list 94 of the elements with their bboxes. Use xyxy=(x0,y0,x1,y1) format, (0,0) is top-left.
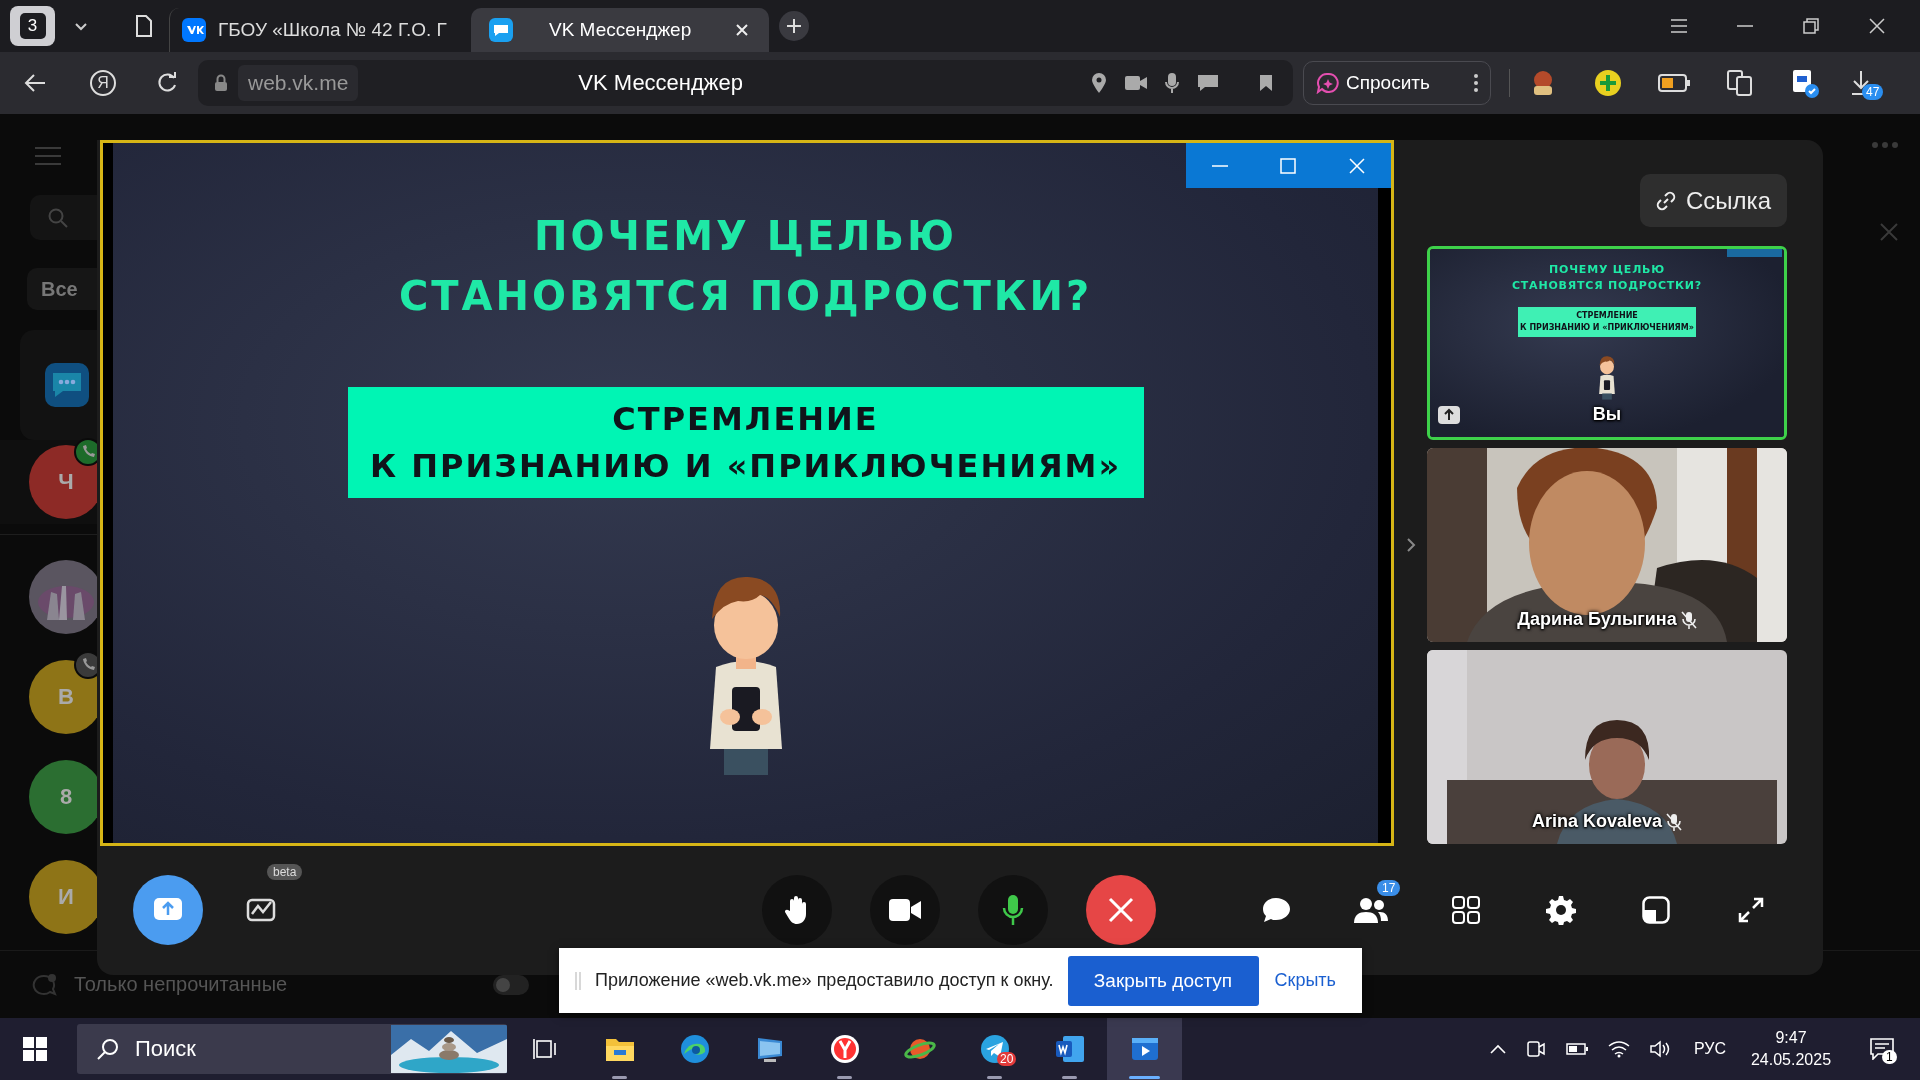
drag-handle-icon[interactable] xyxy=(575,971,581,990)
microphone-icon[interactable] xyxy=(1165,73,1179,93)
selected-chat-row[interactable]: Ч xyxy=(0,440,97,524)
folder-icon xyxy=(604,1036,635,1062)
share-screen-icon xyxy=(154,898,182,922)
clock-date[interactable]: 24.05.2025 xyxy=(1750,1051,1832,1069)
participant-tile[interactable]: Arina Kovaleva xyxy=(1427,650,1787,844)
document-icon[interactable] xyxy=(135,15,153,37)
window-controls xyxy=(1727,249,1782,257)
battery-icon[interactable] xyxy=(1565,1043,1588,1055)
task-view-icon xyxy=(532,1037,557,1061)
page-title: VK Мессенджер xyxy=(577,70,745,96)
battery-icon[interactable] xyxy=(1658,74,1690,92)
stop-sharing-button[interactable]: Закрыть доступ xyxy=(1067,955,1259,1006)
edge-icon xyxy=(679,1034,710,1064)
chat-bubble-icon xyxy=(489,18,513,42)
home-button[interactable]: Я xyxy=(90,70,116,96)
maximize-icon[interactable] xyxy=(1280,157,1297,174)
hand-icon xyxy=(785,895,809,925)
close-icon xyxy=(1108,897,1134,923)
avatar: 8 xyxy=(29,760,97,834)
hide-link[interactable]: Скрыть xyxy=(1274,970,1336,991)
link-button[interactable]: Ссылка xyxy=(1640,174,1787,227)
download-count-badge: 47 xyxy=(1862,84,1884,100)
browser-icon xyxy=(829,1034,860,1064)
windows-start-icon[interactable] xyxy=(23,1037,47,1061)
search-field[interactable] xyxy=(30,195,97,240)
notification-count-badge: 1 xyxy=(1882,1050,1897,1064)
document-check-icon[interactable] xyxy=(1790,68,1820,98)
meet-icon[interactable] xyxy=(1525,1039,1546,1059)
taskbar-app-button[interactable]: 20 xyxy=(957,1018,1032,1080)
participant-tile[interactable]: ПОЧЕМУ ЦЕЛЬЮ СТАНОВЯТСЯ ПОДРОСТКИ? СТРЕМЛЕНИЕ К ПРИЗНАНИЮ И «ПРИКЛЮЧЕНИЯМ» Вы xyxy=(1427,246,1787,440)
layout-icon xyxy=(1642,896,1670,924)
word-document-icon xyxy=(1054,1035,1085,1063)
volume-icon[interactable] xyxy=(1649,1040,1672,1058)
plus-circle-icon[interactable] xyxy=(1594,69,1622,97)
chat-row[interactable] xyxy=(20,330,97,440)
toggle-switch[interactable] xyxy=(493,974,530,995)
slide-callout: СТРЕМЛЕНИЕ К ПРИЗНАНИЮ И «ПРИКЛЮЧЕНИЯМ» xyxy=(347,387,1144,498)
chat-icon[interactable] xyxy=(1197,74,1219,92)
link-icon xyxy=(1656,190,1676,211)
whiteboard-icon[interactable] xyxy=(246,896,278,924)
avatar: И xyxy=(29,860,97,934)
location-pin-icon[interactable] xyxy=(1091,73,1107,93)
avatar: В xyxy=(29,660,97,734)
filter-chip[interactable]: Все xyxy=(27,268,97,310)
vk-logo-icon xyxy=(182,18,206,42)
microphone-icon xyxy=(1002,895,1024,925)
grid-icon xyxy=(1452,896,1480,924)
back-icon[interactable] xyxy=(24,73,46,93)
participant-name: Дарина Булыгина xyxy=(1517,609,1677,630)
browser-tab[interactable]: VK Мессенджер xyxy=(471,8,769,52)
restore-icon[interactable] xyxy=(1803,18,1819,34)
ask-button[interactable]: Спросить xyxy=(1303,61,1491,105)
chevron-right-icon[interactable] xyxy=(1405,537,1416,553)
participants-icon[interactable] xyxy=(1354,897,1388,923)
share-screen-icon[interactable] xyxy=(1438,406,1460,424)
camera-icon xyxy=(889,899,921,921)
chat-icon xyxy=(32,972,58,997)
unread-filter-label: Только непрочитанные xyxy=(74,973,288,996)
taskbar-search-field[interactable]: Поиск xyxy=(77,1024,507,1074)
notification-text: Приложение «web.vk.me» предоставило доступ к окну. xyxy=(595,970,1054,991)
participant-tile[interactable]: Дарина Булыгина xyxy=(1427,448,1787,642)
bookmark-icon[interactable] xyxy=(1259,74,1273,92)
language-indicator[interactable]: РУС xyxy=(1693,1040,1726,1058)
camera-icon[interactable] xyxy=(1125,76,1147,90)
lock-icon xyxy=(214,74,228,92)
avatar: Ч xyxy=(29,445,97,519)
tab-count-button[interactable]: 3 xyxy=(10,6,55,46)
more-icon[interactable] xyxy=(1474,74,1478,92)
participant-name: Arina Kovaleva xyxy=(1531,811,1663,832)
slide-callout: СТРЕМЛЕНИЕ К ПРИЗНАНИЮ И «ПРИКЛЮЧЕНИЯМ» xyxy=(1518,307,1696,337)
chevron-up-icon[interactable] xyxy=(1489,1044,1506,1054)
slide-title: ПОЧЕМУ ЦЕЛЬЮ СТАНОВЯТСЯ ПОДРОСТКИ? xyxy=(398,212,1093,321)
address-field[interactable]: web.vk.me VK Мессенджер xyxy=(198,60,1293,106)
sparkle-chat-icon xyxy=(1316,72,1340,94)
messenger-icon xyxy=(45,363,89,407)
unread-badge: 20 xyxy=(997,1052,1017,1066)
participant-count-badge: 17 xyxy=(1377,880,1401,896)
expand-icon xyxy=(1738,897,1764,923)
search-icon xyxy=(97,1038,119,1060)
cards-icon[interactable] xyxy=(1726,69,1754,97)
settings-icon xyxy=(1546,895,1576,925)
reload-icon[interactable] xyxy=(156,72,178,94)
chat-icon xyxy=(1261,896,1291,924)
clock-time[interactable]: 9:47 xyxy=(1775,1029,1807,1047)
new-tab-icon[interactable] xyxy=(779,11,809,41)
notification-icon[interactable] xyxy=(1870,1038,1894,1060)
search-icon xyxy=(48,207,68,228)
participant-name: Вы xyxy=(1592,404,1622,425)
domain-chip: web.vk.me xyxy=(238,65,359,101)
wifi-icon[interactable] xyxy=(1607,1040,1630,1058)
beta-badge: beta xyxy=(267,864,303,880)
slide-title: ПОЧЕМУ ЦЕЛЬЮ СТАНОВЯТСЯ ПОДРОСТКИ? xyxy=(1511,262,1703,294)
